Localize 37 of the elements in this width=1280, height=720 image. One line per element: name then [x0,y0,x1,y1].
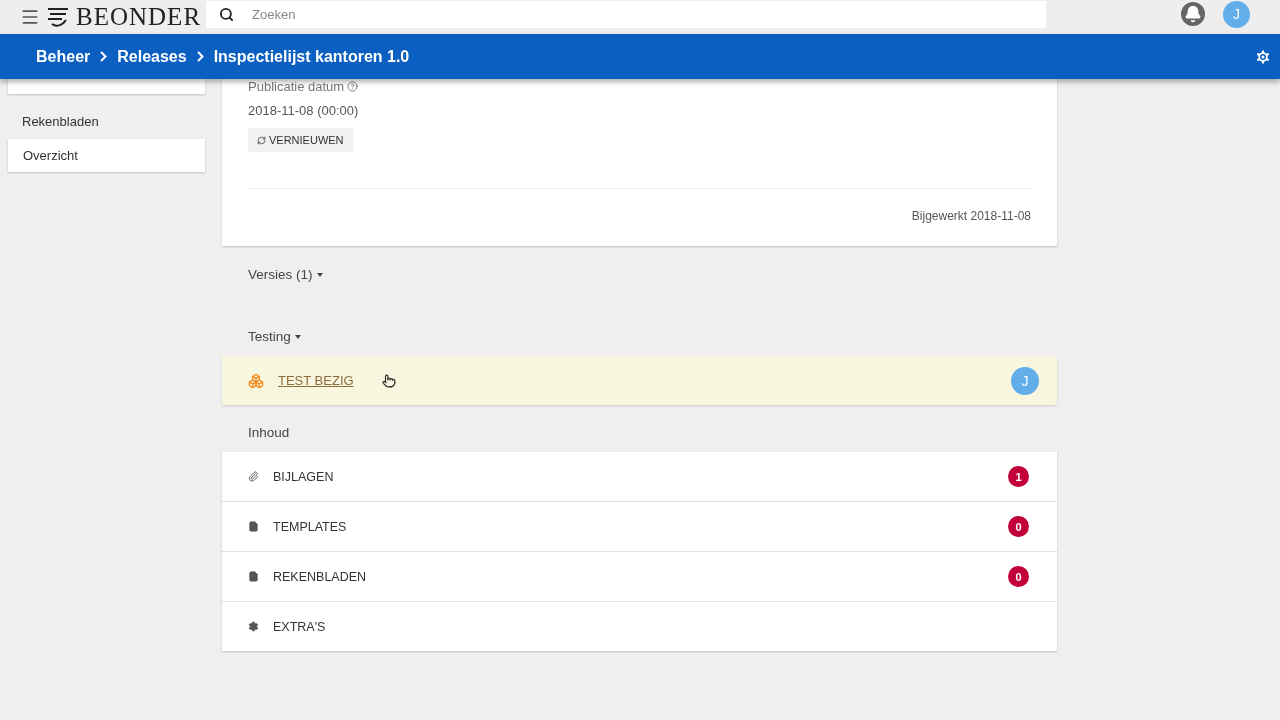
menu-icon[interactable] [20,7,40,27]
sidebar-section-title: Rekenbladen [21,113,100,131]
settings-icon[interactable] [1254,47,1272,66]
content-item[interactable]: TEMPLATES 0 [222,502,1057,552]
count-badge: 0 [1008,516,1029,537]
bell-icon[interactable] [1181,2,1205,26]
section-toggle[interactable]: Testing [248,329,291,344]
chevron-icon [196,51,204,62]
paperclip-icon [248,471,259,482]
file-icon [248,571,259,582]
search-field[interactable]: Zoeken [246,0,1046,28]
cursor-icon [381,373,396,388]
count-badge: 1 [1008,466,1029,487]
logo-icon [46,6,70,28]
field-value: 2018-11-08 (00:00) [248,103,360,118]
chevron-icon [100,51,108,62]
content-item[interactable]: REKENBLADEN 0 [222,552,1057,602]
content-item[interactable]: BIJLAGEN 1 [222,452,1057,502]
breadcrumb-link[interactable]: Beheer [36,47,91,66]
sidebar-item[interactable]: Overzicht [8,139,205,172]
updated-text: Bijgewerkt 2018-11-08 [910,209,1031,223]
section-toggle[interactable]: Versies (1) [248,267,313,282]
field-label: Publicatie datum [248,79,345,94]
breadcrumb-link[interactable]: Inspectielijst kantoren 1.0 [213,47,410,66]
breadcrumb-link[interactable]: Releases [117,47,187,66]
test-status-link[interactable]: TEST BEZIG [278,373,354,388]
boxes-icon [248,372,264,389]
help-icon[interactable] [347,81,359,92]
logo: BEONDER [46,3,206,31]
document-icon [248,521,259,532]
section-title: Inhoud [247,424,291,442]
search-icon[interactable] [218,6,234,22]
gear-icon [248,621,259,632]
content-item[interactable]: EXTRA'S [222,602,1057,651]
refresh-icon [257,135,266,145]
refresh-button[interactable]: VERNIEUWEN [248,128,353,152]
count-badge: 0 [1008,566,1029,587]
